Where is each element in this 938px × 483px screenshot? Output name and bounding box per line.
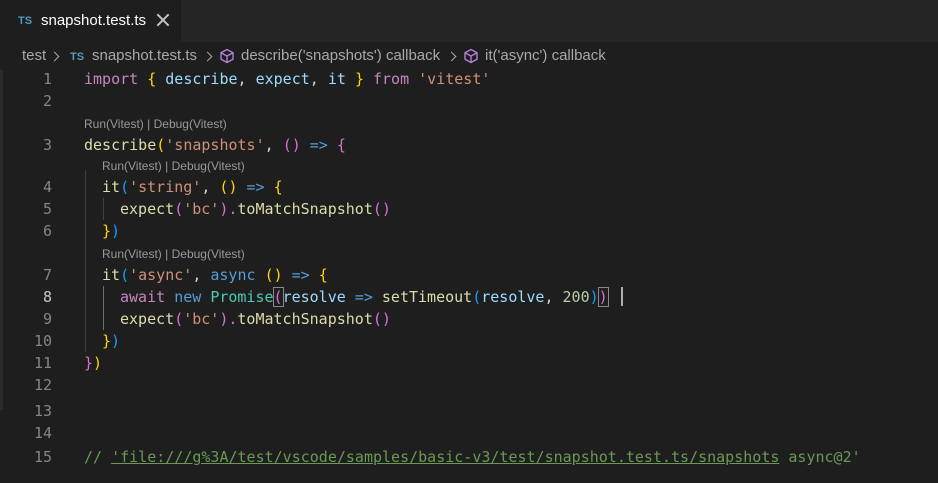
file-link[interactable]: 'file:///g%3A/test/vscode/samples/basic-…	[111, 448, 779, 466]
code-editor[interactable]: 1 2 3 4 5 6 7 8 9 10 11 12 13 14 15 impo…	[0, 70, 938, 483]
line-number: 1	[42, 70, 52, 88]
run-vitest-link[interactable]: Run(Vitest)	[84, 117, 144, 131]
method-cube-icon	[220, 48, 234, 64]
breadcrumb-folder[interactable]: test	[22, 47, 46, 64]
line-number: 11	[33, 354, 52, 372]
breadcrumb-file[interactable]: snapshot.test.ts	[92, 47, 197, 64]
code-line: describe('snapshots', () => {	[84, 136, 346, 154]
line-number: 12	[33, 376, 52, 394]
debug-vitest-link[interactable]: Debug(Vitest)	[172, 247, 245, 261]
line-number: 9	[42, 310, 52, 328]
codelens: Run(Vitest) | Debug(Vitest)	[84, 117, 227, 131]
breadcrumb-symbol[interactable]: it('async') callback	[485, 47, 606, 64]
debug-vitest-link[interactable]: Debug(Vitest)	[172, 159, 245, 173]
text-cursor	[621, 287, 623, 306]
code-line: })	[84, 354, 103, 372]
code-line: expect('bc').toMatchSnapshot()	[120, 310, 391, 328]
line-number: 8	[42, 288, 52, 306]
line-number: 13	[33, 402, 52, 420]
typescript-icon: TS	[70, 51, 85, 63]
breadcrumb: test TS snapshot.test.ts describe('snaps…	[0, 42, 938, 70]
line-number: 10	[33, 332, 52, 350]
indent-guide	[85, 170, 86, 352]
typescript-icon: TS	[18, 15, 33, 27]
tab-title[interactable]: snapshot.test.ts	[41, 12, 146, 29]
indent-guide	[103, 286, 104, 330]
line-number: 2	[42, 92, 52, 110]
line-number: 4	[42, 178, 52, 196]
line-number: 6	[42, 222, 52, 240]
code-line: it('string', () => {	[102, 178, 283, 196]
editor-tab[interactable]: TS snapshot.test.ts	[0, 0, 181, 42]
line-number: 7	[42, 266, 52, 284]
chevron-right-icon	[202, 51, 213, 62]
method-cube-icon	[464, 48, 478, 64]
code-line: // 'file:///g%3A/test/vscode/samples/bas…	[84, 448, 861, 466]
indent-guide	[103, 198, 104, 220]
line-number: 14	[33, 424, 52, 442]
code-line: it('async', async () => {	[102, 266, 328, 284]
chevron-right-icon	[446, 51, 457, 62]
line-number: 3	[42, 136, 52, 154]
code-line: })	[102, 332, 121, 350]
debug-vitest-link[interactable]: Debug(Vitest)	[154, 117, 227, 131]
tab-bar: TS snapshot.test.ts	[0, 0, 938, 42]
code-line: await new Promise(resolve => setTimeout(…	[120, 287, 609, 307]
line-number: 15	[33, 448, 52, 466]
code-line: })	[102, 222, 121, 240]
codelens: Run(Vitest) | Debug(Vitest)	[102, 247, 245, 261]
close-icon[interactable]	[156, 13, 170, 27]
code-line: expect('bc').toMatchSnapshot()	[120, 200, 391, 218]
run-vitest-link[interactable]: Run(Vitest)	[102, 159, 162, 173]
run-vitest-link[interactable]: Run(Vitest)	[102, 247, 162, 261]
codelens: Run(Vitest) | Debug(Vitest)	[102, 159, 245, 173]
code-line: import { describe, expect, it } from 'vi…	[84, 70, 491, 88]
chevron-right-icon	[49, 51, 60, 62]
breadcrumb-symbol[interactable]: describe('snapshots') callback	[241, 47, 440, 64]
line-number: 5	[42, 200, 52, 218]
